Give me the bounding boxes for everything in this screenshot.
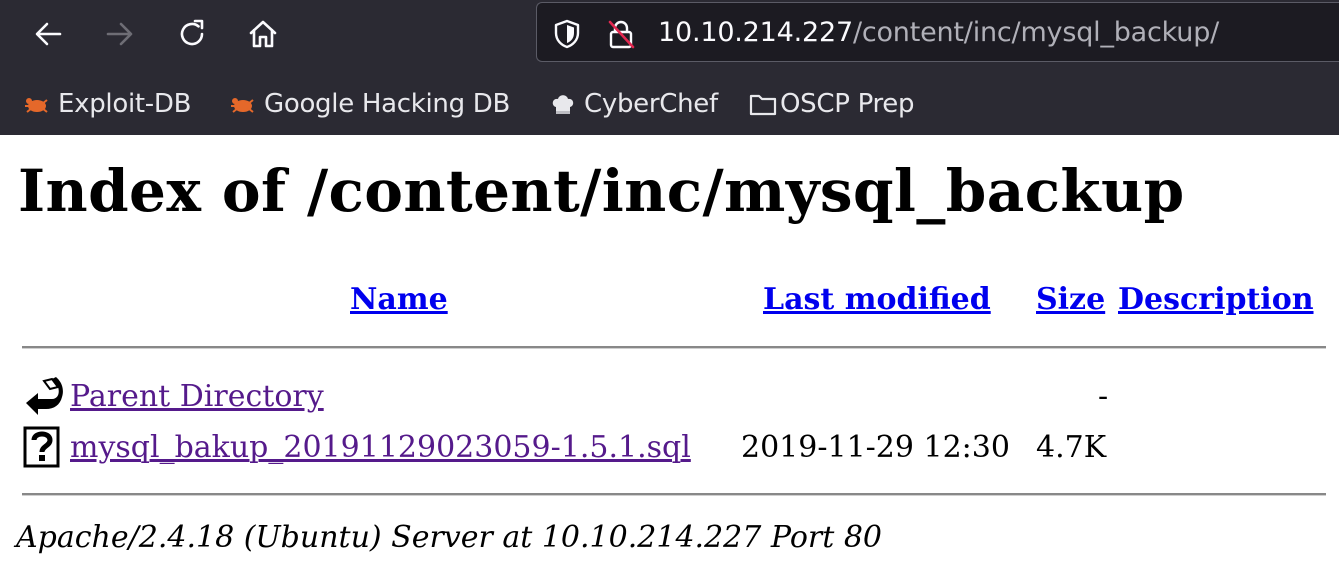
bookmark-folder-oscp-prep[interactable]: OSCP Prep: [748, 86, 915, 122]
page-title: Index of /content/inc/mysql_backup: [18, 157, 1185, 225]
column-header-last-modified[interactable]: Last modified: [763, 280, 991, 320]
bookmark-label: OSCP Prep: [780, 89, 915, 119]
file-link[interactable]: mysql_bakup_20191129023059-1.5.1.sql: [70, 428, 691, 468]
bookmark-label: CyberChef: [584, 89, 718, 119]
column-header-size[interactable]: Size: [1036, 280, 1105, 320]
bug-icon: [228, 89, 258, 119]
size-cell: 4.7K: [1036, 430, 1107, 465]
bookmark-exploit-db[interactable]: Exploit-DB: [22, 86, 191, 122]
back-arrow-icon: [26, 377, 63, 415]
bookmark-label: Google Hacking DB: [264, 89, 511, 119]
last-modified-cell: 2019-11-29 12:30: [741, 430, 1010, 465]
unknown-file-icon: [23, 426, 60, 468]
folder-icon: [748, 89, 778, 119]
chef-hat-icon: [548, 89, 578, 119]
forward-arrow-icon: [106, 22, 133, 46]
parent-directory-link[interactable]: Parent Directory: [70, 377, 324, 417]
reload-icon: [180, 19, 204, 46]
home-icon: [249, 20, 277, 48]
footer-divider: [22, 493, 1326, 496]
bookmark-google-hacking-db[interactable]: Google Hacking DB: [228, 86, 510, 122]
tracking-protection-shield-icon[interactable]: [553, 19, 581, 49]
url-path: /content/inc/mysql_backup/: [852, 17, 1220, 48]
back-arrow-icon: [35, 22, 62, 46]
bookmark-cyberchef[interactable]: CyberChef: [548, 86, 718, 122]
reload-button[interactable]: [170, 12, 214, 56]
insecure-lock-icon[interactable]: [607, 19, 635, 49]
column-header-description[interactable]: Description: [1118, 280, 1314, 320]
home-button[interactable]: [241, 12, 285, 56]
back-button[interactable]: [26, 12, 70, 56]
page-content: Index of /content/inc/mysql_backup Name …: [0, 135, 1339, 587]
column-header-name[interactable]: Name: [350, 280, 448, 320]
forward-button[interactable]: [98, 12, 142, 56]
bookmark-label: Exploit-DB: [58, 89, 192, 119]
server-signature: Apache/2.4.18 (Ubuntu) Server at 10.10.2…: [16, 520, 883, 555]
browser-chrome: 10.10.214.227/content/inc/mysql_backup/ …: [0, 0, 1339, 135]
header-divider: [22, 346, 1326, 349]
size-cell: -: [1098, 379, 1109, 414]
url-bar[interactable]: 10.10.214.227/content/inc/mysql_backup/: [536, 2, 1339, 62]
url-text[interactable]: 10.10.214.227/content/inc/mysql_backup/: [658, 15, 1219, 51]
bug-icon: [22, 89, 52, 119]
url-host: 10.10.214.227: [658, 17, 853, 48]
bookmarks-toolbar: Exploit-DB Google Hacking DB CyberChef O…: [0, 80, 1339, 128]
